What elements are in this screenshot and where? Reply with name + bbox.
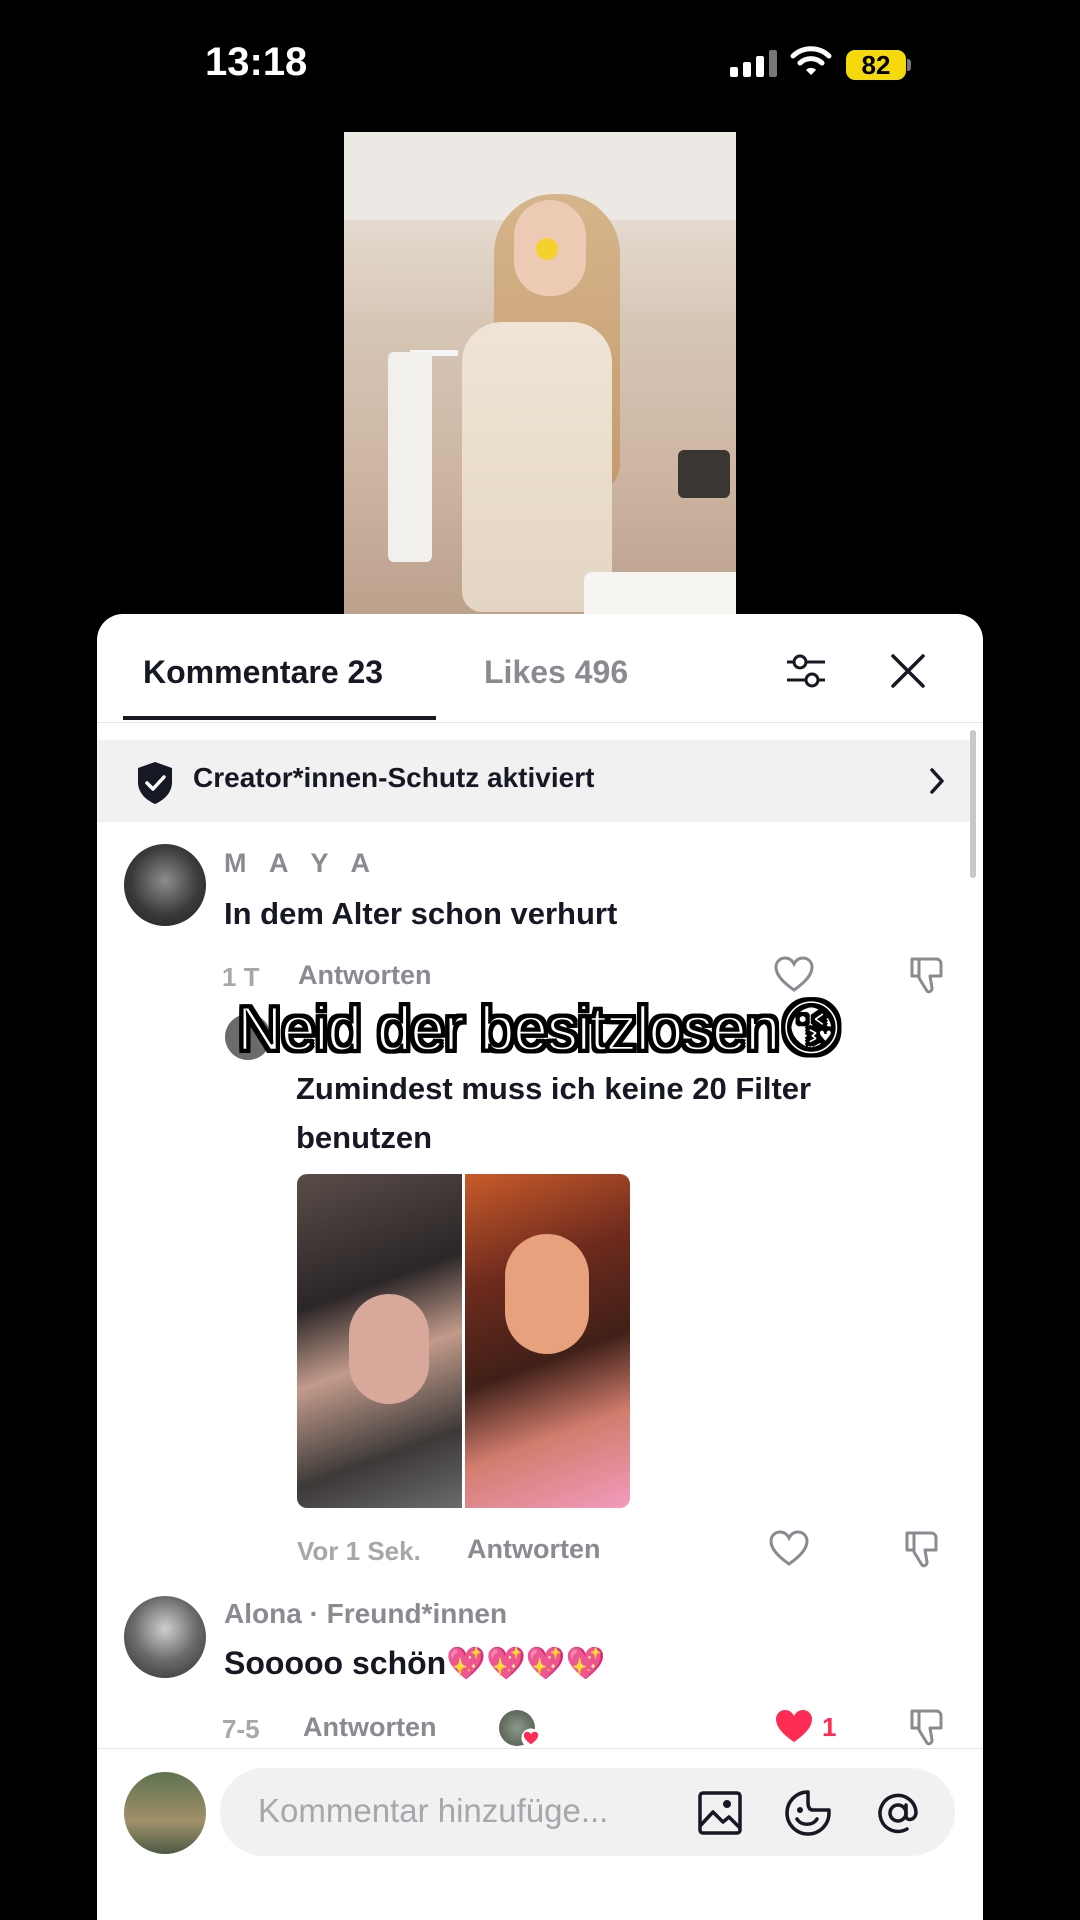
- tabs-divider: [97, 722, 983, 723]
- image-icon[interactable]: [697, 1790, 743, 1836]
- protection-banner-text: Creator*innen-Schutz aktiviert: [193, 762, 595, 793]
- battery-cap: [907, 59, 911, 71]
- shield-check-icon: [138, 762, 172, 804]
- tab-underline: [123, 716, 436, 720]
- chevron-right-icon: [930, 768, 944, 794]
- reply-button[interactable]: Antworten: [298, 960, 431, 991]
- avatar[interactable]: [124, 844, 206, 926]
- dislike-icon[interactable]: [901, 1528, 943, 1570]
- video-towel: [388, 352, 432, 562]
- comment-input[interactable]: Kommentar hinzufüge...: [220, 1768, 955, 1856]
- video-preview[interactable]: [344, 132, 736, 614]
- reply-button[interactable]: Antworten: [303, 1712, 436, 1743]
- comment-time: Vor 1 Sek.: [297, 1536, 421, 1566]
- heart-icon[interactable]: [768, 1528, 810, 1570]
- like-count: 1: [822, 1712, 837, 1742]
- comment-username[interactable]: Alona · Freund*innen: [224, 1598, 507, 1630]
- reply-button[interactable]: Antworten: [467, 1534, 600, 1565]
- creator-heart-icon: [521, 1728, 541, 1748]
- avatar[interactable]: [124, 1596, 206, 1678]
- comment-text: Zumindest muss ich keine 20 Filter benut…: [296, 1071, 812, 1155]
- dislike-icon[interactable]: [906, 1706, 948, 1748]
- scrollbar[interactable]: [970, 730, 976, 878]
- creator-protection-banner[interactable]: Creator*innen-Schutz aktiviert: [97, 740, 970, 822]
- comment-text: Sooooo schön💖💖💖💖: [224, 1645, 606, 1681]
- comment-time: 1 T: [222, 962, 260, 992]
- video-bathtub: [584, 572, 736, 614]
- tab-likes[interactable]: Likes 496: [484, 654, 628, 691]
- comments-sheet: Kommentare 23 Likes 496 Creator*innen-Sc…: [97, 614, 983, 1920]
- video-overlay-caption: Neid der besitzlosen😘: [236, 994, 845, 1066]
- wifi-icon: [790, 46, 832, 75]
- close-icon[interactable]: [887, 650, 929, 692]
- heart-icon[interactable]: [773, 1706, 815, 1748]
- comment-image[interactable]: [465, 1174, 630, 1508]
- input-divider: [97, 1748, 983, 1749]
- comment-time: 7-5: [222, 1714, 260, 1744]
- dislike-icon[interactable]: [906, 954, 948, 996]
- comment-username[interactable]: M A Y A: [224, 848, 378, 879]
- signal-icon: [730, 50, 777, 77]
- heart-icon[interactable]: [773, 954, 815, 996]
- image-face: [349, 1294, 429, 1404]
- mention-icon[interactable]: [873, 1788, 923, 1838]
- comment-input-placeholder: Kommentar hinzufüge...: [258, 1792, 609, 1829]
- comment-text: In dem Alter schon verhurt: [224, 896, 618, 931]
- status-time: 13:18: [205, 40, 308, 84]
- filter-icon[interactable]: [783, 648, 829, 694]
- image-face: [505, 1234, 589, 1354]
- battery-icon: 82: [846, 50, 906, 80]
- video-bottles: [678, 450, 730, 498]
- video-hair-clip: [536, 238, 558, 260]
- comment-image[interactable]: [297, 1174, 462, 1508]
- tab-comments[interactable]: Kommentare 23: [143, 654, 383, 691]
- video-person-body: [462, 322, 612, 612]
- emoji-icon[interactable]: [783, 1788, 833, 1838]
- user-avatar[interactable]: [124, 1772, 206, 1854]
